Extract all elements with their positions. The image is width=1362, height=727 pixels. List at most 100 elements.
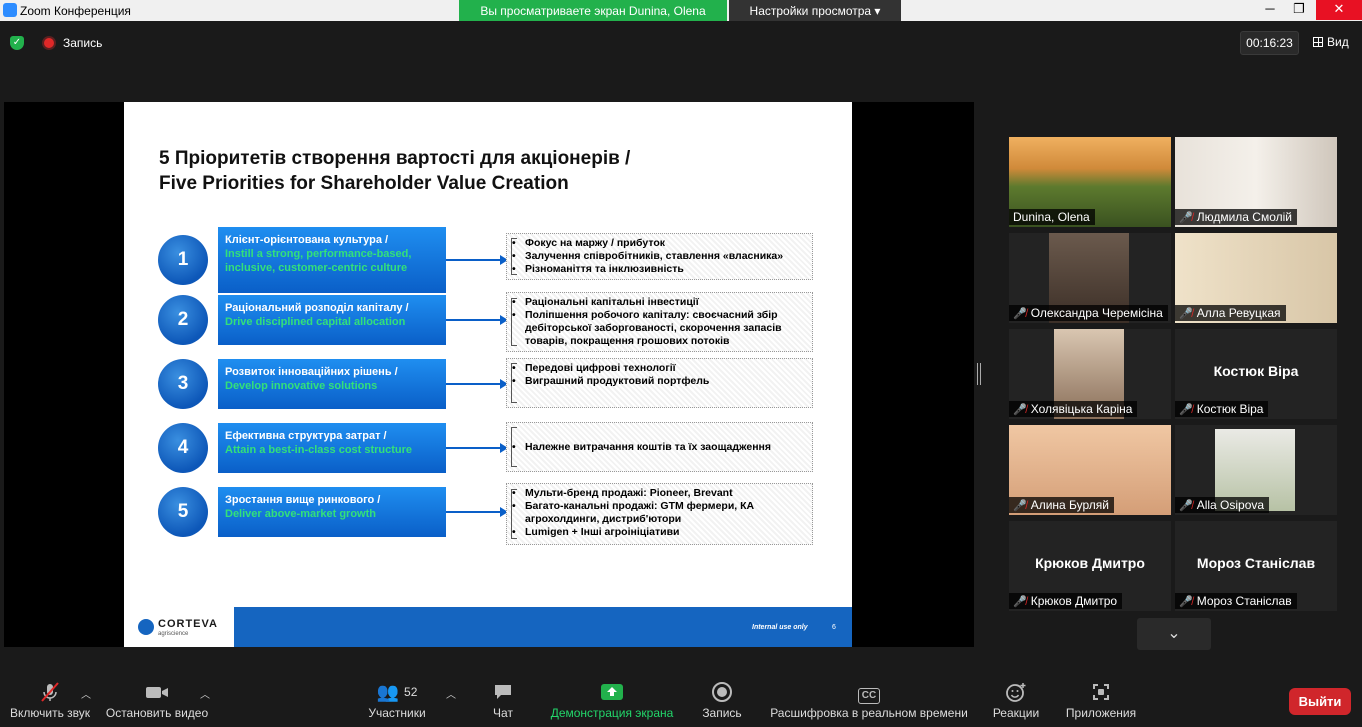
participant-display-name: Крюков Дмитро xyxy=(1035,555,1145,571)
priority-title-en: Deliver above-market growth xyxy=(225,508,376,520)
window-title: Zoom Конференция xyxy=(20,4,131,18)
priority-box: Клієнт-орієнтована культура / Instill a s… xyxy=(218,227,446,293)
priority-title-en: Drive disciplined capital allocation xyxy=(225,316,406,328)
chevron-down-icon: ⌄ xyxy=(1167,625,1181,642)
participant-name-label: Dunina, Olena xyxy=(1009,209,1095,225)
participant-tile[interactable]: 🎤̸ Alla Osipova xyxy=(1175,425,1337,515)
meeting-timer: 00:16:23 xyxy=(1240,31,1299,55)
priority-title-en: Instill a strong, performance-based, inc… xyxy=(225,248,412,274)
bullet-item: Різноманіття та інклюзивність xyxy=(512,263,807,276)
bullet-item: Фокус на маржу / прибуток xyxy=(512,237,807,250)
muted-microphone-icon: 🎤̸ xyxy=(1179,212,1193,224)
muted-microphone-icon: 🎤̸ xyxy=(1179,596,1193,608)
priority-box: Ефективна структура затрат / Attain a bes… xyxy=(218,423,446,473)
security-shield-icon[interactable]: ✓ xyxy=(10,36,24,50)
reactions-button[interactable]: Реакции xyxy=(990,681,1042,720)
corteva-logo-mark-icon xyxy=(138,619,154,635)
participant-tile[interactable]: 🎤̸ Олександра Черемісіна xyxy=(1009,233,1171,323)
priority-number: 3 xyxy=(158,359,208,409)
view-button[interactable]: Вид xyxy=(1313,35,1349,49)
priority-box: Розвиток інноваційних рішень / Develop in… xyxy=(218,359,446,409)
bullet-item: Lumigen + Інші агроініціативи xyxy=(512,526,807,539)
muted-microphone-icon: 🎤̸ xyxy=(1179,308,1193,320)
bullet-item: Належне витрачання коштів та їх заощадже… xyxy=(512,441,807,454)
participant-tile[interactable]: 🎤̸ Алина Бурляй xyxy=(1009,425,1171,515)
presentation-slide: 5 Пріоритетів створення вартості для акц… xyxy=(124,102,852,647)
audio-options-caret-icon[interactable]: ︿ xyxy=(81,686,91,701)
priority-box: Раціональний розподіл капіталу / Drive di… xyxy=(218,295,446,345)
restore-button[interactable]: ❐ xyxy=(1285,0,1313,20)
apps-icon xyxy=(1062,681,1140,703)
participants-icon: 👥 xyxy=(376,682,400,702)
participants-count: 52 xyxy=(404,685,418,699)
muted-microphone-icon: 🎤̸ xyxy=(1013,404,1027,416)
priority-arrow xyxy=(446,443,508,453)
priority-arrow xyxy=(446,315,508,325)
leave-meeting-button[interactable]: Выйти xyxy=(1289,688,1351,715)
muted-microphone-icon: 🎤̸ xyxy=(1179,404,1193,416)
priority-title-ua: Зростання вище ринкового / xyxy=(225,494,381,506)
participant-tile[interactable]: 🎤̸ Холявіцька Каріна xyxy=(1009,329,1171,419)
participant-name-label: 🎤̸ Алла Ревуцкая xyxy=(1175,305,1286,321)
participant-name-label: 🎤̸ Мороз Станіслав xyxy=(1175,593,1297,609)
muted-microphone-icon xyxy=(8,681,92,703)
participant-tile[interactable]: Dunina, Olena xyxy=(1009,137,1171,227)
priority-arrow xyxy=(446,255,508,265)
bullet-item: Передові цифрові технології xyxy=(512,362,807,375)
slide-title: 5 Пріоритетів створення вартості для акц… xyxy=(159,146,630,196)
slide-footer: CORTEVA agriscience Internal use only 6 xyxy=(124,607,852,647)
muted-microphone-icon: 🎤̸ xyxy=(1013,596,1027,608)
priority-title-ua: Розвиток інноваційних рішень / xyxy=(225,366,398,378)
participant-tile[interactable]: 🎤̸ Людмила Смолій xyxy=(1175,137,1337,227)
panel-resize-handle[interactable] xyxy=(977,363,981,385)
participant-tile[interactable]: 🎤̸ Алла Ревуцкая xyxy=(1175,233,1337,323)
priority-title-ua: Ефективна структура затрат / xyxy=(225,430,387,442)
unmute-button[interactable]: Включить звук xyxy=(8,681,92,720)
priority-bullets: Раціональні капітальні інвестиціїПоліпше… xyxy=(506,292,813,352)
bullet-item: Залучення співробітників, ставлення «вла… xyxy=(512,250,807,263)
bullet-item: Виграшний продуктовий портфель xyxy=(512,375,807,388)
minimize-button[interactable]: ─ xyxy=(1256,0,1284,20)
participant-name-label: 🎤̸ Холявіцька Каріна xyxy=(1009,401,1138,417)
zoom-app-icon xyxy=(3,3,17,17)
record-button[interactable]: Запись xyxy=(700,681,744,720)
priority-title-en: Attain a best-in-class cost structure xyxy=(225,444,413,456)
priority-arrow xyxy=(446,379,508,389)
recording-icon xyxy=(42,36,56,50)
priority-bullets: Мульти-бренд продажі: Pioneer, BrevantБа… xyxy=(506,483,813,545)
participant-display-name: Костюк Віра xyxy=(1213,363,1299,379)
participant-name-label: 🎤̸ Людмила Смолій xyxy=(1175,209,1297,225)
slide-title-ua: 5 Пріоритетів створення вартості для акц… xyxy=(159,148,631,169)
share-screen-button[interactable]: Демонстрация экрана xyxy=(548,681,676,720)
view-options-button[interactable]: Настройки просмотра ▾ xyxy=(729,0,901,21)
share-screen-arrow-icon xyxy=(548,681,676,703)
bullet-item: Раціональні капітальні інвестиції xyxy=(512,296,807,309)
bullet-item: Поліпшення робочого капіталу: своєчасний… xyxy=(512,309,807,348)
live-transcription-button[interactable]: CC Расшифровка в реальном времени xyxy=(768,681,970,720)
video-options-caret-icon[interactable]: ︿ xyxy=(200,686,210,701)
participant-tile[interactable]: Крюков Дмитро 🎤̸ Крюков Дмитро xyxy=(1009,521,1171,611)
gallery-next-page-button[interactable]: ⌄ xyxy=(1137,618,1211,650)
priority-box: Зростання вище ринкового / Deliver above-… xyxy=(218,487,446,537)
record-icon xyxy=(700,681,744,703)
grid-view-icon xyxy=(1313,37,1323,47)
priority-number: 5 xyxy=(158,487,208,537)
close-button[interactable]: ✕ xyxy=(1316,0,1362,20)
bullet-item: Багато-канальні продажі: GTM фермери, КА… xyxy=(512,500,807,526)
priority-number: 2 xyxy=(158,295,208,345)
participant-tile[interactable]: Мороз Станіслав 🎤̸ Мороз Станіслав xyxy=(1175,521,1337,611)
priority-number: 1 xyxy=(158,235,208,285)
muted-microphone-icon: 🎤̸ xyxy=(1013,308,1027,320)
participants-options-caret-icon[interactable]: ︿ xyxy=(446,686,456,701)
participant-tile[interactable]: Костюк Віра 🎤̸ Костюк Віра xyxy=(1175,329,1337,419)
participant-name-label: 🎤̸ Alla Osipova xyxy=(1175,497,1270,513)
stop-video-button[interactable]: Остановить видео xyxy=(104,681,210,720)
screen-share-banner: Вы просматриваете экран Dunina, Olena xyxy=(459,0,727,21)
chat-button[interactable]: Чат xyxy=(484,681,522,720)
apps-button[interactable]: Приложения xyxy=(1062,681,1140,720)
recording-label: Запись xyxy=(63,36,103,50)
footer-note: Internal use only xyxy=(752,624,808,631)
priority-bullets: Фокус на маржу / прибутокЗалучення співр… xyxy=(506,233,813,280)
closed-captions-icon: CC xyxy=(857,688,881,704)
participants-button[interactable]: 👥 52 Участники xyxy=(365,681,429,720)
